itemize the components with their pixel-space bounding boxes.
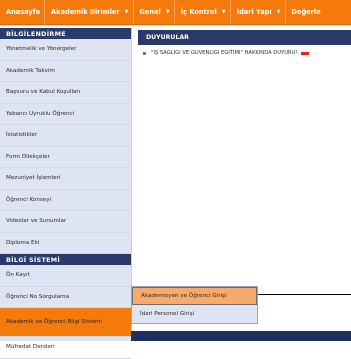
announcement-link[interactable]: "İŞ SAĞLIĞI VE GÜVENLİĞİ EĞİTİMİ" HAKKIN… [151, 50, 298, 56]
chevron-down-icon: ▼ [221, 9, 226, 15]
nav-label: Değerle [291, 8, 321, 16]
header-divider [0, 25, 351, 26]
nav-label: Genel [139, 8, 161, 16]
sidebar-item-diploma-eki[interactable]: Diploma Eki [0, 233, 131, 254]
nav-item-akademik-birimler[interactable]: Akademik Birimler ▼ [45, 0, 132, 24]
submenu-item-akademisyen-ogrenci[interactable]: Akademisyen ve Öğrenci Girişi [132, 287, 257, 305]
nav-item-idari-yapi[interactable]: İdari Yapı ▼ [231, 0, 285, 24]
new-badge-icon [300, 51, 309, 55]
sidebar-item-ogrenci-konseyi[interactable]: Öğrenci Konseyi [0, 190, 131, 211]
announcements-header: DUYURULAR [138, 30, 351, 45]
chevron-down-icon: ▼ [276, 9, 281, 15]
sidebar-item-akademik-takvim[interactable]: Akademik Takvim [0, 61, 131, 82]
sidebar-item-yonetmelik[interactable]: Yönetmelik ve Yönergeler [0, 39, 131, 61]
pointer-line [258, 294, 351, 295]
sidebar-item-bilgi-sistemi[interactable]: Akademik ve Öğrenci Bilgi Sistemi [0, 308, 131, 337]
chevron-down-icon: ▼ [124, 9, 129, 15]
submenu-dropdown: Akademisyen ve Öğrenci Girişi İdari Pers… [131, 286, 258, 324]
sidebar: BİLGİLENDİRME Yönetmelik ve Yönergeler A… [0, 28, 132, 359]
nav-label: Akademik Birimler [51, 8, 120, 16]
sidebar-item-mufredat[interactable]: Müfredat Dersleri [0, 337, 131, 359]
sidebar-item-yabanci-uyruklu[interactable]: Yabancı Uyruklu Öğrenci [0, 104, 131, 125]
nav-item-anasayfa[interactable]: Anasayfa [0, 0, 44, 24]
nav-label: İç Kontrol [180, 8, 217, 16]
nav-item-degerlendirme[interactable]: Değerle [286, 0, 325, 24]
nav-label: İdari Yapı [236, 8, 272, 16]
nav-item-genel[interactable]: Genel ▼ [134, 0, 174, 24]
nav-item-ic-kontrol[interactable]: İç Kontrol ▼ [175, 0, 230, 24]
submenu-item-idari-personel[interactable]: İdari Personel Girişi [132, 305, 257, 323]
sidebar-item-mezuniyet[interactable]: Mezuniyet İşlemleri [0, 168, 131, 190]
sidebar-item-form-dilekceler[interactable]: Form Dilekçeler [0, 147, 131, 168]
bullet-icon [143, 51, 146, 55]
footer-bar [131, 331, 351, 341]
sidebar-item-ogrenci-no[interactable]: Öğrenci No Sorgulama [0, 287, 131, 308]
sidebar-item-videolar[interactable]: Videolar ve Sunumlar [0, 211, 131, 233]
chevron-down-icon: ▼ [165, 9, 170, 15]
sidebar-section-header: BİLGİLENDİRME [0, 28, 131, 39]
nav-label: Anasayfa [6, 8, 41, 16]
sidebar-item-basvuru[interactable]: Başvuru ve Kabul Koşulları [0, 82, 131, 104]
sidebar-item-istatistikler[interactable]: İstatistikler [0, 125, 131, 147]
sidebar-item-on-kayit[interactable]: Ön Kayıt [0, 265, 131, 287]
top-navigation-bar: Anasayfa Akademik Birimler ▼ Genel ▼ İç Ko… [0, 0, 351, 25]
sidebar-section-header: BİLGİ SİSTEMİ [0, 254, 131, 265]
announcement-item[interactable]: "İŞ SAĞLIĞI VE GÜVENLİĞİ EĞİTİMİ" HAKKIN… [139, 50, 351, 56]
